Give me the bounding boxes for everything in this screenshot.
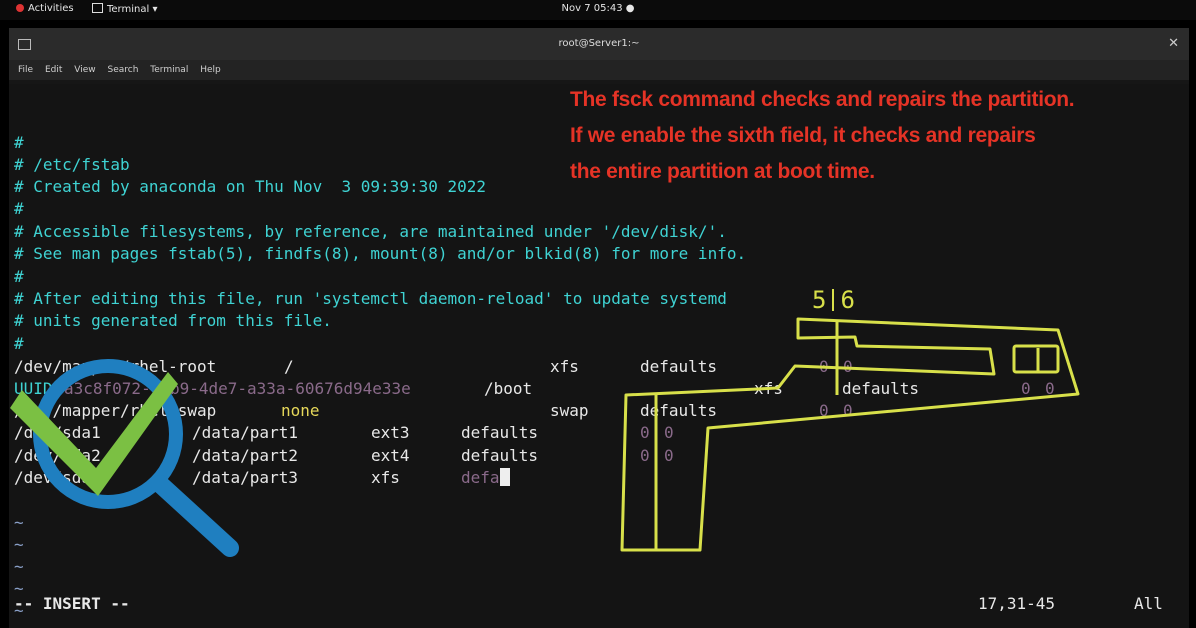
annotation-line: The fsck command checks and repairs the … [570, 88, 1075, 111]
options-partial-text: defa [461, 468, 500, 487]
menu-terminal[interactable]: Terminal [150, 65, 188, 75]
options-field: defaults [461, 446, 539, 465]
dump-field: 0 [1021, 379, 1031, 398]
mountpoint-field: / [284, 357, 294, 376]
vim-status-line: -- INSERT -- 17,31-45 All [0, 594, 1196, 616]
fsck-field: 0 [843, 357, 853, 376]
fsck-field: 0 [1045, 379, 1055, 398]
dump-field: 0 [640, 446, 650, 465]
gnome-top-bar: Activities Terminal ▾ Nov 7 05:43 ● [0, 0, 1196, 20]
text-cursor [499, 468, 510, 486]
field-separator-mark [832, 289, 835, 311]
menu-file[interactable]: File [18, 65, 33, 75]
magnifier-check-icon [10, 359, 239, 557]
dump-field: 0 [819, 357, 829, 376]
magnifier-handle [151, 475, 239, 557]
annotation-line: the entire partition at boot time. [570, 160, 875, 183]
fstype-field: ext4 [371, 446, 410, 465]
mountpoint-field: none [281, 401, 320, 420]
close-icon[interactable]: ✕ [1168, 36, 1179, 51]
cursor-position: 17,31-45 [978, 594, 1056, 613]
menu-bar: File Edit View Search Terminal Help [9, 60, 1189, 80]
annotation-text: The fsck command checks and repairs the … [570, 82, 1190, 190]
scroll-indicator: All [1134, 594, 1163, 613]
menu-edit[interactable]: Edit [45, 65, 62, 75]
fstype-field: xfs [550, 357, 579, 376]
mountpoint-field: /boot [484, 379, 533, 398]
fstab-comment-line: # Accessible filesystems, by reference, … [14, 222, 727, 241]
field-6-label: 6 [840, 286, 855, 314]
insert-mode-indicator: -- INSERT -- [14, 594, 130, 613]
fstab-comment-line: # units generated from this file. [14, 311, 332, 330]
fsck-field: 0 [664, 446, 674, 465]
clock[interactable]: Nov 7 05:43 ● [0, 3, 1196, 14]
fstype-field: swap [550, 401, 589, 420]
fstab-comment-line: # [14, 267, 24, 286]
fstab-comment-line: # /etc/fstab [14, 155, 130, 174]
menu-help[interactable]: Help [200, 65, 221, 75]
fstype-field: ext3 [371, 423, 410, 442]
options-field: defaults [640, 401, 718, 420]
fstab-comment-line: # After editing this file, run 'systemct… [14, 289, 727, 308]
options-field: defaults [640, 357, 718, 376]
fstab-comment-line: # See man pages fstab(5), findfs(8), mou… [14, 244, 747, 263]
menu-search[interactable]: Search [107, 65, 138, 75]
fstype-field: xfs [754, 379, 783, 398]
dump-field: 0 [640, 423, 650, 442]
window-title: root@Server1:~ [558, 38, 640, 49]
menu-view[interactable]: View [74, 65, 95, 75]
dump-field: 0 [819, 401, 829, 420]
annotation-line: If we enable the sixth field, it checks … [570, 124, 1036, 147]
options-field: defaults [842, 379, 920, 398]
fstab-comment-line: # Created by anaconda on Thu Nov 3 09:39… [14, 177, 487, 196]
options-field: defa [461, 467, 510, 489]
fstype-field: xfs [371, 468, 400, 487]
window-titlebar[interactable]: root@Server1:~ ✕ [9, 28, 1189, 60]
fsck-field: 0 [664, 423, 674, 442]
field-number-labels: 56 [812, 286, 855, 314]
fstab-comment-line: # [14, 199, 24, 218]
options-field: defaults [461, 423, 539, 442]
fstab-comment-line: # [14, 133, 24, 152]
fsck-field: 0 [843, 401, 853, 420]
field-5-label: 5 [812, 286, 827, 314]
